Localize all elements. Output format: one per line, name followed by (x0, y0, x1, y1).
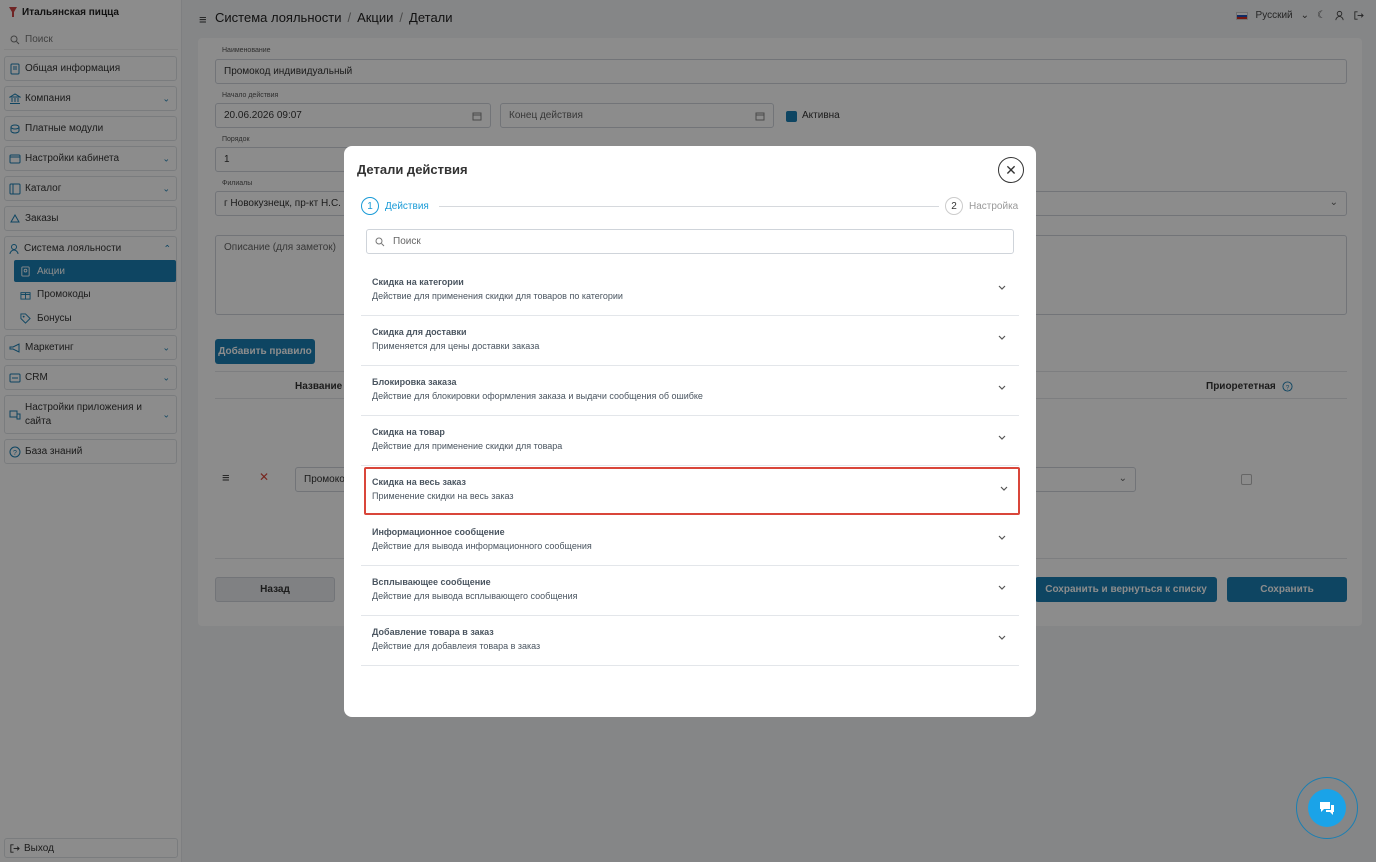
action-description: Действие для применение скидки для товар… (372, 441, 563, 451)
chevron-down-icon (998, 385, 1006, 390)
chevron-down-icon (998, 435, 1006, 440)
action-title: Добавление товара в заказ (372, 627, 494, 637)
close-button[interactable]: ✕ (998, 157, 1024, 183)
action-title: Скидка на товар (372, 427, 445, 437)
step-label: Действия (385, 200, 429, 212)
action-title: Всплывающее сообщение (372, 577, 491, 587)
action-item-whole-order-discount[interactable]: Скидка на весь заказ Применение скидки н… (364, 467, 1020, 515)
action-item-order-block[interactable]: Блокировка заказа Действие для блокировк… (361, 366, 1019, 416)
modal-title: Детали действия (357, 162, 468, 177)
chevron-down-icon (998, 285, 1006, 290)
modal-search-input[interactable]: Поиск (366, 229, 1014, 254)
action-title: Скидка для доставки (372, 327, 467, 337)
action-title: Скидка на весь заказ (372, 477, 466, 487)
action-title: Информационное сообщение (372, 527, 505, 537)
action-description: Действие для вывода информационного сооб… (372, 541, 592, 551)
chevron-down-icon (1000, 486, 1008, 491)
action-description: Действие для блокировки оформления заказ… (372, 391, 703, 401)
action-description: Действие для применения скидки для товар… (372, 291, 623, 301)
chevron-down-icon (998, 535, 1006, 540)
step-settings[interactable]: 2 Настройка (945, 197, 1018, 215)
step-actions[interactable]: 1 Действия (361, 197, 429, 215)
step-label: Настройка (969, 200, 1019, 212)
action-item-popup-message[interactable]: Всплывающее сообщение Действие для вывод… (361, 566, 1019, 616)
action-description: Действие для добавлеия товара в заказ (372, 641, 541, 651)
close-icon: ✕ (1005, 161, 1017, 178)
action-item-info-message[interactable]: Информационное сообщение Действие для вы… (361, 516, 1019, 566)
step-number: 1 (361, 197, 379, 215)
action-item-category-discount[interactable]: Скидка на категории Действие для примене… (361, 266, 1019, 316)
action-item-add-product[interactable]: Добавление товара в заказ Действие для д… (361, 616, 1019, 666)
search-icon (375, 237, 385, 246)
action-item-delivery-discount[interactable]: Скидка для доставки Применяется для цены… (361, 316, 1019, 366)
chat-button[interactable] (1308, 789, 1346, 827)
action-title: Скидка на категории (372, 277, 464, 287)
action-item-product-discount[interactable]: Скидка на товар Действие для применение … (361, 416, 1019, 466)
step-connector (439, 206, 939, 207)
modal-search-placeholder: Поиск (393, 236, 421, 247)
step-number: 2 (945, 197, 963, 215)
action-description: Применяется для цены доставки заказа (372, 341, 540, 351)
chevron-down-icon (998, 585, 1006, 590)
action-description: Применение скидки на весь заказ (372, 491, 514, 501)
chevron-down-icon (998, 335, 1006, 340)
chevron-down-icon (998, 635, 1006, 640)
action-details-modal: Детали действия ✕ 1 Действия 2 Настройка… (344, 146, 1036, 717)
action-description: Действие для вывода всплывающего сообщен… (372, 591, 578, 601)
chat-icon (1320, 802, 1334, 815)
action-title: Блокировка заказа (372, 377, 457, 387)
